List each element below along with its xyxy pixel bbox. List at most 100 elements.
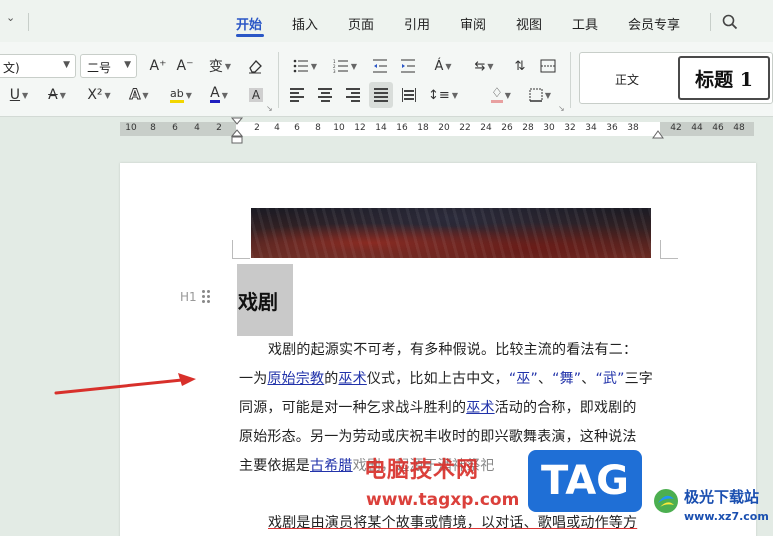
decrease-indent-button[interactable] (370, 55, 390, 77)
paragraph-line[interactable]: 戏剧的起源实不可考，有多种假说。比较主流的看法有二： (268, 339, 637, 359)
text-run: 仪式，比如上古中文， (366, 371, 509, 387)
hyperlink[interactable]: 巫术 (338, 371, 366, 387)
hyperlink[interactable]: “巫” (509, 371, 538, 387)
ruler-tick-label: 38 (627, 123, 639, 133)
tab-insert[interactable]: 插入 (292, 14, 318, 33)
right-indent-marker-icon[interactable] (652, 130, 664, 140)
document-heading[interactable]: 戏剧 (238, 286, 278, 315)
phonetic-guide-button[interactable]: 变 ▼ (204, 55, 236, 77)
style-heading-1[interactable]: 标题 1 (678, 56, 770, 100)
table-icon (540, 59, 556, 73)
shading-button[interactable]: ♢ ▼ (486, 84, 516, 106)
search-icon[interactable] (722, 14, 738, 30)
chevron-down-icon: ▼ (63, 60, 70, 70)
divider (278, 52, 279, 108)
text-run: 三字 (624, 371, 653, 387)
red-arrow-icon (54, 373, 196, 395)
chevron-down-icon: ▼ (59, 90, 66, 100)
align-left-icon (290, 86, 304, 104)
margin-corner-mark (232, 240, 233, 258)
chevron-down-icon: ▼ (544, 90, 552, 100)
margin-corner-mark (660, 258, 678, 259)
margin-corner-mark (660, 240, 661, 258)
grow-font-icon: A⁺ (149, 58, 167, 74)
paragraph-line[interactable]: 戏剧是由演员将某个故事或情境，以对话、歌唱或动作等方 (268, 512, 637, 532)
increase-indent-button[interactable] (398, 55, 418, 77)
font-name-value: 文) (3, 61, 20, 75)
margin-corner-mark (232, 258, 250, 259)
chevron-down-icon[interactable]: ⌄ (6, 11, 15, 24)
tab-review[interactable]: 审阅 (460, 14, 486, 33)
font-color-button[interactable]: A ▼ (204, 84, 234, 106)
hyperlink[interactable]: 原始宗教 (267, 371, 324, 387)
justify-icon (374, 86, 388, 104)
ruler-tick-label: 8 (150, 123, 156, 133)
change-case-icon: Á (434, 58, 444, 74)
indent-marker-icon[interactable] (230, 116, 244, 148)
borders-button[interactable]: ▼ (526, 84, 554, 106)
dialog-launcher-icon[interactable]: ↘ (558, 104, 565, 113)
ruler-tick-label: 32 (564, 123, 576, 133)
hyperlink[interactable]: “武” (595, 371, 624, 387)
table-tools-button[interactable] (538, 55, 558, 77)
tab-member[interactable]: 会员专享 (628, 14, 680, 33)
hyperlink[interactable]: “舞” (552, 371, 581, 387)
ruler-tick-label: 24 (480, 123, 492, 133)
style-normal[interactable]: 正文 (615, 71, 639, 88)
hyperlink[interactable]: 古希腊 (310, 458, 353, 474)
change-case-button[interactable]: Á ▼ (428, 55, 458, 77)
bullet-list-icon (293, 59, 308, 73)
strikethrough-button[interactable]: A ▼ (44, 84, 70, 106)
active-tab-indicator (236, 34, 264, 37)
shrink-font-icon: A⁻ (176, 58, 194, 74)
superscript-button[interactable]: X² ▼ (84, 84, 114, 106)
sort-icon: ⇅ (514, 58, 526, 74)
underline-button[interactable]: U ▼ (6, 84, 32, 106)
chevron-down-icon: ▼ (310, 61, 318, 71)
shrink-font-button[interactable]: A⁻ (175, 55, 195, 77)
char-shading-button[interactable]: A (246, 84, 266, 106)
ruler-tick-label: 10 (333, 123, 345, 133)
line-spacing-button[interactable]: ↕≡ ▼ (428, 84, 458, 106)
tab-view[interactable]: 视图 (516, 14, 542, 33)
grow-font-button[interactable]: A⁺ (148, 55, 168, 77)
align-left-button[interactable] (288, 84, 306, 106)
paragraph-line[interactable]: 同源，可能是对一种乞求战斗胜利的巫术活动的合称，即戏剧的 (239, 397, 637, 417)
dialog-launcher-icon[interactable]: ↘ (266, 104, 273, 113)
align-right-button[interactable] (344, 84, 362, 106)
tab-home[interactable]: 开始 (236, 14, 262, 33)
highlight-button[interactable]: ab ▼ (164, 84, 198, 106)
drag-handle-icon[interactable] (202, 290, 212, 304)
justify-button[interactable] (369, 82, 393, 108)
heading-level-marker[interactable]: H1 (180, 290, 197, 304)
watermark-logo-url: www.xz7.com (684, 510, 769, 523)
bullet-list-button[interactable]: ▼ (290, 55, 320, 77)
header-image[interactable] (251, 208, 651, 258)
tab-page[interactable]: 页面 (348, 14, 374, 33)
watermark-tag-logo: TAG (528, 450, 642, 512)
text-run: 、 (581, 371, 596, 387)
tab-references[interactable]: 引用 (404, 14, 430, 33)
divider (710, 13, 711, 31)
ruler-tick-label: 2 (254, 123, 260, 133)
tab-tools[interactable]: 工具 (572, 14, 598, 33)
paragraph-line[interactable]: 一为原始宗教的巫术仪式，比如上古中文，“巫”、“舞”、“武”三字 (239, 368, 653, 388)
text-direction-button[interactable]: ⇆ ▼ (470, 55, 498, 77)
ruler-tick-label: 34 (585, 123, 597, 133)
hyperlink[interactable]: 巫术 (466, 400, 494, 416)
svg-text:3: 3 (333, 69, 336, 73)
ruler-tick-label: 26 (501, 123, 513, 133)
font-name-select[interactable]: 文) ▼ (0, 54, 76, 78)
phonetic-icon: 变 (208, 59, 223, 75)
clear-format-button[interactable] (244, 55, 266, 77)
ruler-tick-label: 36 (606, 123, 618, 133)
chevron-down-icon: ▼ (350, 61, 358, 71)
distribute-button[interactable] (400, 84, 418, 106)
align-center-button[interactable] (316, 84, 334, 106)
font-size-select[interactable]: 二号 ▼ (80, 54, 137, 78)
align-right-icon (346, 86, 360, 104)
sort-button[interactable]: ⇅ (510, 55, 530, 77)
numbered-list-button[interactable]: 123 ▼ (330, 55, 360, 77)
text-effect-button[interactable]: A ▼ (124, 84, 154, 106)
paragraph-line[interactable]: 原始形态。另一为劳动或庆祝丰收时的即兴歌舞表演，这种说法 (239, 426, 637, 446)
